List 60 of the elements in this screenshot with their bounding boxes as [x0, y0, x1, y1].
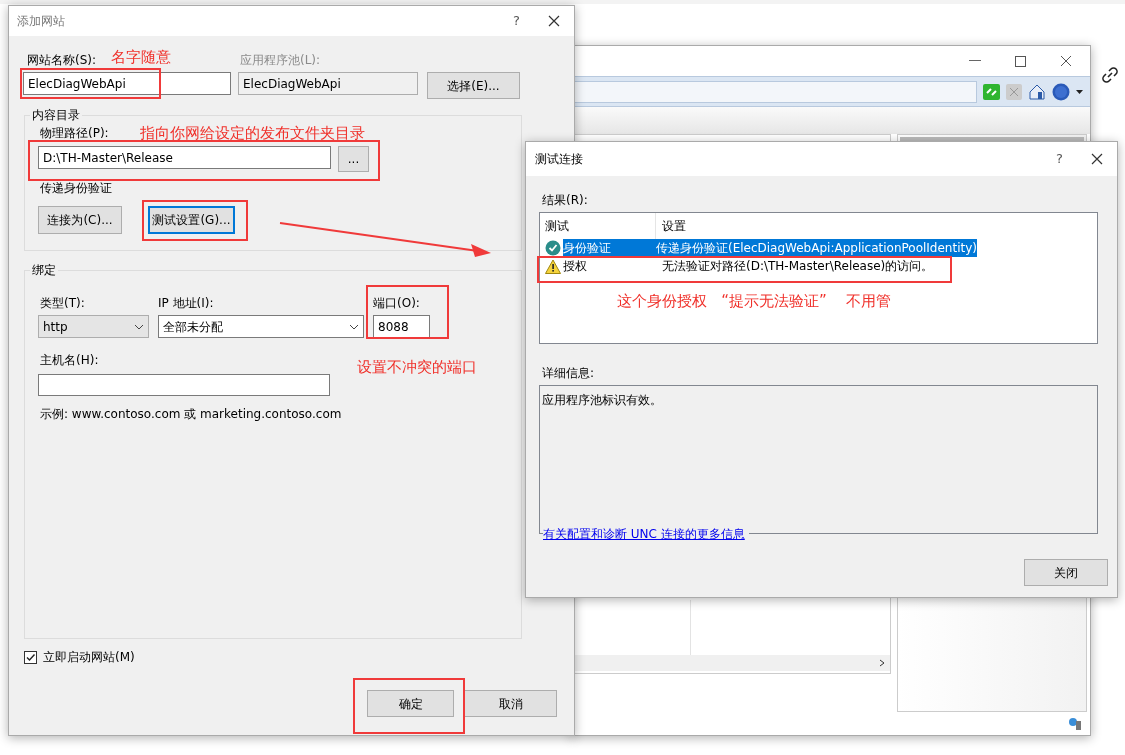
checkbox[interactable] [24, 650, 37, 664]
check-circle-icon [545, 240, 561, 256]
field-label: 详细信息: [542, 366, 595, 380]
annotation-note: 指向你网给设定的发布文件夹目录 [140, 123, 365, 144]
details-text: 应用程序池标识有效。 [542, 393, 662, 407]
field-label: 端口(O): [373, 296, 420, 310]
physical-path-field[interactable]: D:\TH-Master\Release [38, 146, 331, 169]
help-button[interactable]: ? [1056, 149, 1063, 169]
annotation-note: 这个身份授权 “提示无法验证” 不用管 [617, 291, 891, 312]
refresh-icon[interactable] [983, 83, 1000, 100]
browse-button[interactable]: ... [338, 146, 369, 172]
port-field[interactable]: 8088 [373, 315, 430, 338]
column-header[interactable]: 测试 [545, 217, 569, 235]
close-icon[interactable] [1060, 55, 1072, 67]
hostname-field[interactable] [38, 374, 330, 396]
annotation-note: 名字随意 [111, 47, 171, 68]
checkbox-label[interactable]: 立即启动网站(M) [43, 650, 135, 664]
table-cell-text: 授权 [563, 258, 588, 275]
group-title: 绑定 [31, 263, 57, 277]
close-button[interactable]: 关闭 [1024, 559, 1108, 586]
test-settings-button[interactable]: 测试设置(G)... [148, 206, 235, 234]
table-cell: 传递身份验证(ElecDiagWebApi:ApplicationPoolIdentity) [649, 239, 977, 257]
dropdown-arrow-icon[interactable] [1076, 89, 1083, 94]
table-cell: 身份验证 [563, 239, 650, 257]
result-row[interactable]: 身份验证 传递身份验证(ElecDiagWebApi:ApplicationPoolIdentity) [540, 239, 977, 257]
cancel-button[interactable]: 取消 [464, 690, 557, 717]
close-icon[interactable] [548, 15, 560, 27]
ip-dropdown[interactable]: 全部未分配 [158, 315, 364, 338]
field-label: 物理路径(P): [40, 126, 109, 140]
network-status-icon [1068, 716, 1084, 731]
warning-icon [545, 258, 561, 274]
section-label: 传递身份验证 [40, 181, 112, 195]
ok-button[interactable]: 确定 [367, 690, 454, 717]
close-icon[interactable] [1091, 153, 1103, 165]
field-label: 主机名(H): [40, 353, 99, 367]
scroll-right-icon[interactable] [879, 659, 886, 667]
help-button[interactable]: ? [513, 11, 520, 31]
table-cell-text: 无法验证对路径(D:\TH-Master\Release)的访问。 [661, 258, 935, 275]
connect-as-button[interactable]: 连接为(C)... [38, 206, 122, 234]
dialog-title: 测试连接 [535, 151, 583, 168]
link-icon[interactable] [1102, 67, 1118, 83]
column-header[interactable]: 设置 [662, 219, 686, 233]
home-icon[interactable] [1028, 83, 1046, 100]
minimize-icon[interactable] [969, 60, 981, 62]
annotation-note: 设置不冲突的端口 [357, 357, 477, 378]
field-label: 结果(R): [542, 193, 588, 207]
horizontal-scrollbar[interactable] [575, 655, 891, 671]
select-button[interactable]: 选择(E)... [427, 72, 520, 99]
field-label: 类型(T): [40, 296, 85, 310]
more-info-link[interactable]: 有关配置和诊断 UNC 连接的更多信息 [543, 527, 749, 541]
group-title: 内容目录 [31, 108, 81, 122]
field-label: 网站名称(S): [27, 53, 97, 67]
site-name-field[interactable]: ElecDiagWebApi [23, 72, 231, 95]
type-dropdown[interactable]: http [38, 315, 149, 338]
field-label: 应用程序池(L): [240, 53, 321, 67]
app-pool-field: ElecDiagWebApi [238, 72, 418, 95]
maximize-icon[interactable] [1015, 55, 1026, 67]
example-text: 示例: www.contoso.com 或 marketing.contoso.com [40, 407, 342, 421]
dialog-title: 添加网站 [17, 13, 65, 30]
field-label: IP 地址(I): [158, 296, 214, 310]
